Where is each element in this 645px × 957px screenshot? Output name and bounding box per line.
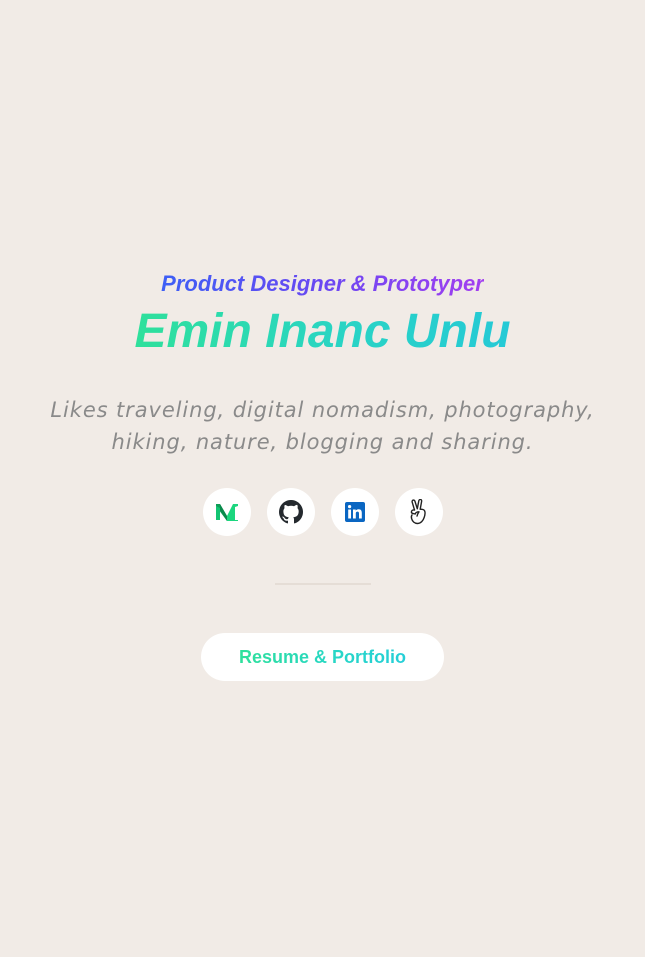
github-icon [278,500,303,524]
github-link[interactable] [266,488,315,536]
medium-link[interactable] [202,488,251,536]
section-divider [275,583,371,585]
role-subtitle: Product Designer & Prototyper [161,266,484,302]
angellist-icon [408,499,430,525]
angellist-link[interactable] [394,488,443,536]
linkedin-icon [344,502,365,522]
linkedin-link[interactable] [330,488,379,536]
resume-portfolio-button[interactable]: Resume & Portfolio [201,633,444,681]
medium-icon [215,502,239,522]
hero-section: Product Designer & Prototyper Emin Inanc… [0,266,645,458]
resume-portfolio-label: Resume & Portfolio [238,646,407,667]
social-links [0,488,645,536]
bio-text: Likes traveling, digital nomadism, photo… [50,398,595,454]
profile-page: Product Designer & Prototyper Emin Inanc… [0,0,645,957]
person-name: Emin Inanc Unlu [134,305,511,358]
